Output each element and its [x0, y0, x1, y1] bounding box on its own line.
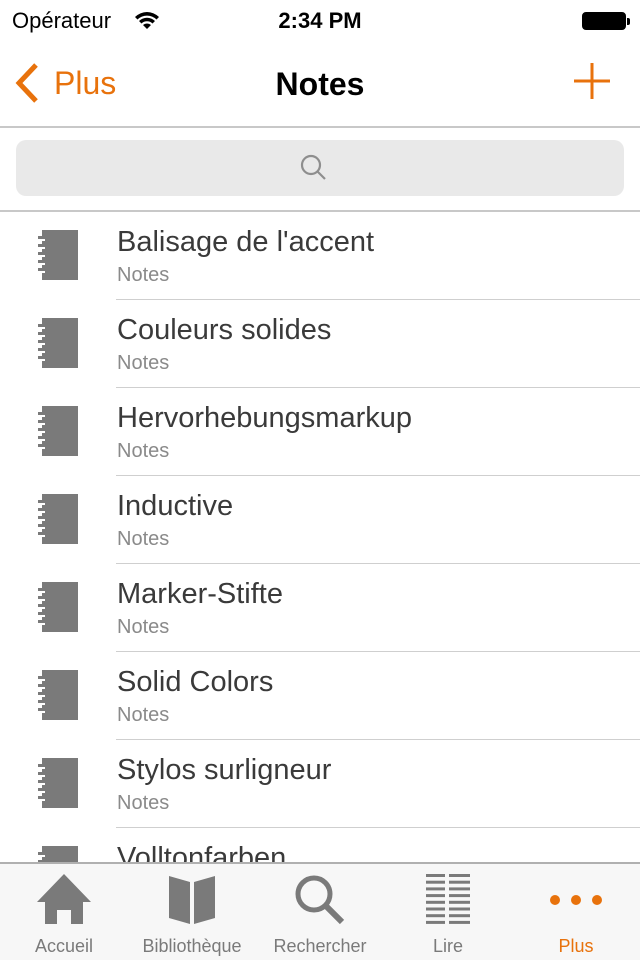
search-icon [256, 874, 384, 926]
notebook-icon [38, 582, 78, 632]
tab-bibliothèque[interactable]: Bibliothèque [128, 864, 256, 960]
notebook-icon [38, 230, 78, 280]
list-item[interactable]: Couleurs solides Notes [0, 300, 640, 388]
note-subtitle: Notes [117, 352, 170, 374]
book-icon [128, 874, 256, 924]
list-icon [384, 874, 512, 926]
note-title: Stylos surligneur [117, 754, 332, 786]
search-icon [300, 154, 326, 180]
notebook-icon [38, 406, 78, 456]
list-item[interactable]: Marker-Stifte Notes [0, 564, 640, 652]
note-subtitle: Notes [117, 616, 170, 638]
notes-list: Balisage de l'accent Notes Couleurs solide… [0, 212, 640, 862]
note-title: Marker-Stifte [117, 578, 283, 610]
tab-label: Accueil [34, 936, 94, 956]
note-subtitle: Notes [117, 440, 170, 462]
tab-label: Rechercher [273, 936, 367, 956]
search-input[interactable] [16, 140, 624, 196]
note-title: Volltonfarben [117, 842, 287, 862]
note-subtitle: Notes [117, 704, 170, 726]
tab-label: Lire [432, 936, 463, 956]
list-item[interactable]: Balisage de l'accent Notes [0, 212, 640, 300]
note-subtitle: Notes [117, 528, 170, 550]
list-item[interactable]: Stylos surligneur Notes [0, 740, 640, 828]
tab-lire[interactable]: Lire [384, 864, 512, 960]
home-icon [0, 874, 128, 924]
note-title: Hervorhebungsmarkup [117, 402, 412, 434]
back-label: Plus [54, 64, 117, 101]
note-title: Inductive [117, 490, 234, 522]
more-icon [512, 874, 640, 926]
list-item[interactable]: Volltonfarben [0, 828, 640, 862]
notebook-icon [38, 318, 78, 368]
notebook-icon [38, 846, 78, 862]
tab-label: Plus [558, 936, 594, 956]
notebook-icon [38, 758, 78, 808]
tab-plus[interactable]: Plus [512, 864, 640, 960]
battery-icon [582, 12, 630, 30]
list-item[interactable]: Inductive Notes [0, 476, 640, 564]
note-title: Couleurs solides [117, 314, 332, 346]
note-title: Balisage de l'accent [117, 226, 375, 258]
chevron-left-icon [15, 63, 38, 103]
tab-label: Bibliothèque [142, 936, 242, 956]
note-subtitle: Notes [117, 792, 170, 814]
list-item[interactable]: Hervorhebungsmarkup Notes [0, 388, 640, 476]
status-bar: Opérateur 2:34 PM [0, 0, 640, 40]
back-button[interactable]: Plus [14, 62, 116, 104]
note-subtitle: Notes [117, 264, 170, 286]
tab-accueil[interactable]: Accueil [0, 864, 128, 960]
navigation-bar: Plus Notes [0, 40, 640, 128]
notebook-icon [38, 494, 78, 544]
list-item[interactable]: Solid Colors Notes [0, 652, 640, 740]
notebook-icon [38, 670, 78, 720]
clock: 2:34 PM [278, 8, 362, 33]
tab-bar: Accueil Bibliothèque Rechercher Lire Plus [0, 862, 640, 960]
add-button[interactable] [574, 62, 610, 100]
tab-rechercher[interactable]: Rechercher [256, 864, 384, 960]
search-area [0, 128, 640, 212]
note-title: Solid Colors [117, 666, 274, 698]
